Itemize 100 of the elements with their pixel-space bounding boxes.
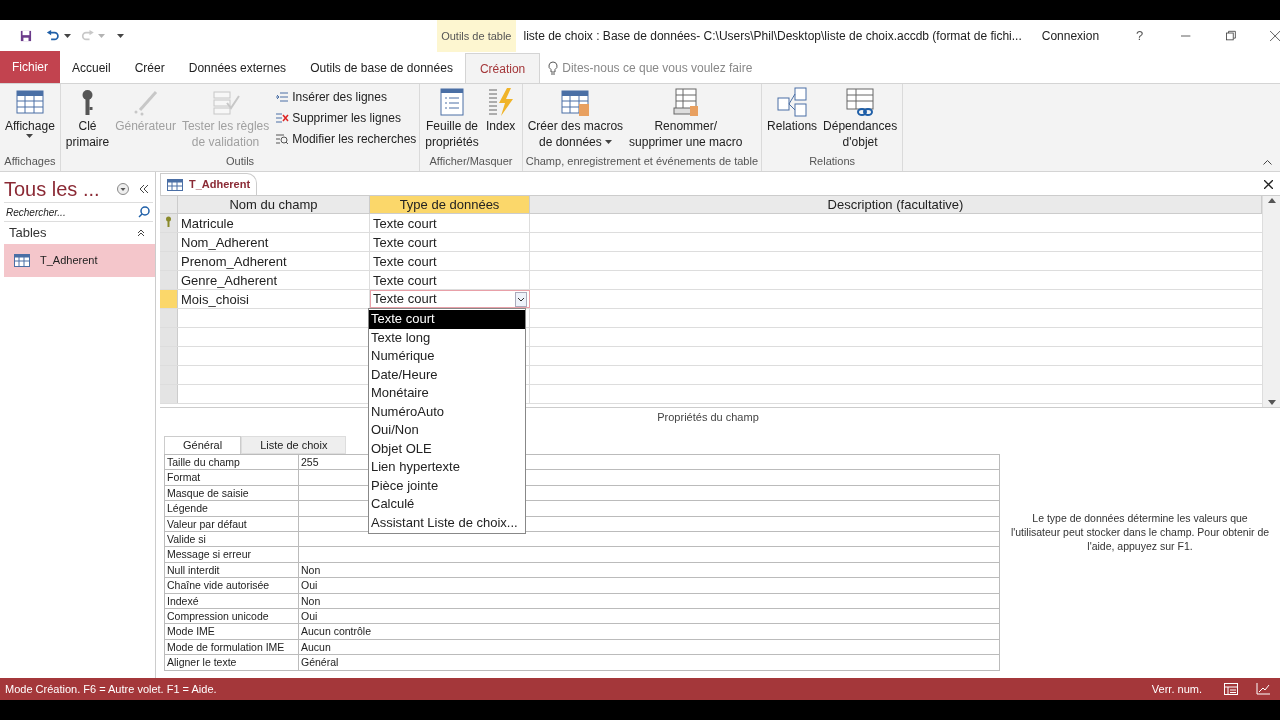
- collapse-section-icon[interactable]: [137, 229, 145, 237]
- search-field[interactable]: Rechercher...: [4, 202, 153, 222]
- list-option[interactable]: Date/Heure: [369, 365, 525, 384]
- field-name-cell: Prenom_Adherent: [178, 252, 370, 270]
- insert-rows-icon: [275, 90, 290, 103]
- property-label: Valide si: [165, 531, 299, 547]
- close-icon[interactable]: [1269, 30, 1280, 42]
- list-option[interactable]: Numérique: [369, 347, 525, 366]
- sign-in-link[interactable]: Connexion: [1041, 27, 1100, 45]
- filter-menu-icon[interactable]: [117, 183, 129, 195]
- collapse-ribbon-icon[interactable]: [1263, 159, 1272, 165]
- ribbon-button[interactable]: Affichage: [3, 84, 57, 153]
- ribbon-button[interactable]: Relations: [765, 84, 820, 153]
- property-tab[interactable]: Liste de choix: [241, 436, 347, 454]
- property-label: Aligner le texte: [165, 655, 299, 671]
- ribbon-tab[interactable]: Outils de base de données: [298, 53, 465, 83]
- list-option[interactable]: Texte long: [369, 328, 525, 347]
- property-label: Format: [165, 470, 299, 485]
- restore-icon[interactable]: [1225, 30, 1236, 42]
- property-label: Compression unicode: [165, 608, 299, 624]
- lookup-icon: [275, 132, 290, 145]
- group-label: Champ, enregistrement et événements de table: [525, 153, 759, 169]
- list-option[interactable]: Monétaire: [369, 384, 525, 403]
- data-type-cell: Texte court: [370, 214, 530, 232]
- property-label: Valeur par défaut: [165, 516, 299, 531]
- property-label: Chaîne vide autorisée: [165, 578, 299, 593]
- property-value: Aucun contrôle: [301, 625, 372, 638]
- property-label: Masque de saisie: [165, 485, 299, 501]
- close-document-icon[interactable]: [1264, 180, 1273, 189]
- list-option[interactable]: Objet OLE: [369, 439, 525, 458]
- list-option[interactable]: Oui/Non: [369, 421, 525, 440]
- property-value: Non: [301, 563, 321, 576]
- design-view-icon[interactable]: [1256, 683, 1270, 695]
- ribbon-button[interactable]: Insérer des lignes: [275, 86, 417, 107]
- data-type-cell: Texte court: [370, 233, 530, 251]
- file-tab[interactable]: Fichier: [0, 51, 60, 83]
- property-label: Taille du champ: [165, 455, 299, 470]
- ribbon-tab[interactable]: Données externes: [176, 53, 299, 83]
- vertical-scrollbar[interactable]: [1262, 196, 1280, 407]
- list-option[interactable]: Assistant Liste de choix...: [369, 513, 525, 532]
- data-type-cell: Texte court: [370, 252, 530, 270]
- section-header: Tables: [9, 224, 48, 243]
- key-icon: [81, 88, 94, 116]
- ribbon-button[interactable]: Créer des macros de données: [525, 84, 626, 153]
- group-label: Affichages: [3, 153, 57, 169]
- group-label: Afficher/Masquer: [428, 153, 514, 169]
- property-label: Mode de formulation IME: [165, 639, 299, 655]
- property-value: Non: [301, 594, 321, 607]
- section-title: Propriétés du champ: [657, 409, 759, 425]
- table-list-item[interactable]: T_Adherent: [4, 244, 155, 277]
- list-option[interactable]: NuméroAuto: [369, 402, 525, 421]
- property-value: Oui: [301, 609, 318, 622]
- ribbon-button[interactable]: Modifier les recherches: [275, 128, 417, 149]
- tell-me-field[interactable]: Dites-nous ce que vous voulez faire: [548, 53, 753, 83]
- ribbon-button[interactable]: Supprimer les lignes: [275, 107, 417, 128]
- property-label: Mode IME: [165, 624, 299, 639]
- field-name-cell: Nom_Adherent: [178, 233, 370, 251]
- property-label: Indexé: [165, 593, 299, 608]
- property-label: Null interdit: [165, 562, 299, 578]
- lightbulb-icon: [548, 61, 559, 75]
- ribbon-tab[interactable]: Créer: [122, 53, 177, 83]
- datasheet-view-icon[interactable]: [1224, 683, 1238, 695]
- ribbon-button[interactable]: Dépendances d'objet: [821, 84, 900, 153]
- help-text: Le type de données détermine les valeurs que l'utilisateur peut stocker dans le champ. Pour obtenir de l'aide, appuyez sur F1.: [1010, 511, 1270, 553]
- save-icon[interactable]: [20, 29, 32, 43]
- ribbon-button[interactable]: Index: [482, 84, 519, 153]
- group-label: Outils: [225, 153, 256, 169]
- column-header: Type de données: [370, 196, 530, 213]
- property-label: Message si erreur: [165, 547, 299, 562]
- table-icon: [14, 254, 30, 267]
- collapse-pane-icon[interactable]: [139, 184, 149, 194]
- ribbon-tab[interactable]: Accueil: [60, 53, 123, 83]
- list-option[interactable]: Pièce jointe: [369, 476, 525, 495]
- window-title: liste de choix : Base de données- C:\Users\Phil\Desktop\liste de choix.accdb (format de fichi...: [523, 28, 1022, 45]
- scroll-up-icon[interactable]: [1267, 198, 1276, 203]
- ribbon-button[interactable]: Renommer/ supprimer une macro: [627, 84, 745, 153]
- document-tab[interactable]: T_Adherent: [160, 173, 258, 195]
- group-label: Relations: [808, 153, 856, 169]
- list-option[interactable]: Lien hypertexte: [369, 458, 525, 477]
- list-option[interactable]: Texte court: [369, 310, 525, 329]
- data-type-combobox[interactable]: Texte court: [370, 290, 530, 308]
- ribbon-button[interactable]: Feuille de propriétés: [423, 84, 481, 153]
- property-value: 255: [301, 456, 319, 468]
- ribbon-tab[interactable]: Création: [464, 53, 541, 83]
- caret-icon: [98, 34, 106, 38]
- customize-icon: [117, 34, 125, 38]
- data-type-cell: Texte court: [370, 271, 530, 289]
- undo-icon[interactable]: [45, 29, 60, 43]
- pane-title: Tous les ...: [4, 177, 101, 202]
- property-tab[interactable]: Général: [164, 436, 242, 454]
- delete-rows-icon: [275, 111, 290, 124]
- property-label: Légende: [165, 501, 299, 516]
- property-value: Aucun: [301, 640, 331, 653]
- row-selector[interactable]: [160, 214, 178, 232]
- help-button[interactable]: ?: [1136, 26, 1144, 46]
- property-value: Général: [301, 656, 339, 669]
- table-icon: [167, 178, 183, 191]
- scroll-down-icon[interactable]: [1267, 400, 1276, 405]
- list-option[interactable]: Calculé: [369, 495, 525, 514]
- ribbon-button[interactable]: Clé primaire: [63, 84, 112, 153]
